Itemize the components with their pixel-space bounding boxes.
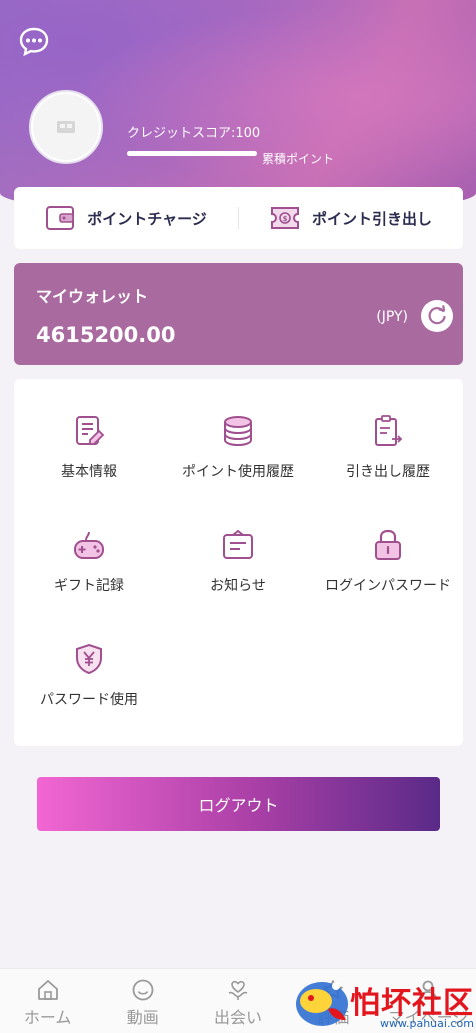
menu-item-login-password[interactable]: ログインパスワード [313, 527, 463, 611]
padlock-icon [370, 527, 406, 563]
tab-label: 出会い [214, 1008, 263, 1027]
tab-label: ホーム [23, 1008, 72, 1027]
wallet-balance: 4615200.00 [36, 323, 176, 347]
menu-item-basic-info[interactable]: 基本情報 [14, 413, 164, 497]
avatar-placeholder-icon [33, 94, 99, 160]
credit-score-progress-bar [127, 151, 257, 156]
tab-home[interactable]: ホーム [0, 969, 95, 1033]
notice-board-icon [220, 527, 256, 563]
accumulated-points-label: 累積ポイント [262, 152, 335, 166]
avatar[interactable] [29, 90, 103, 164]
gamepad-icon [71, 527, 107, 563]
watermark-text: 怕坏社区 [350, 986, 474, 1021]
clipboard-export-icon [370, 413, 406, 449]
wallet-card: マイウォレット 4615200.00 (JPY) [14, 263, 463, 365]
menu-item-label: 引き出し履歴 [346, 464, 430, 480]
watermark-logo-icon [296, 982, 348, 1026]
database-icon [220, 413, 256, 449]
tab-videos[interactable]: 動画 [95, 969, 190, 1033]
menu-item-label: お知らせ [210, 578, 266, 594]
menu-item-label: ポイント使用履歴 [182, 464, 294, 480]
menu-item-label: ギフト記録 [54, 578, 124, 594]
credit-score-progress-fill [127, 151, 257, 156]
point-withdraw-button[interactable]: $ ポイント引き出し [239, 187, 463, 249]
heart-hand-icon [226, 979, 250, 1001]
menu-item-label: パスワード使用 [40, 692, 138, 708]
ticket-coin-icon: $ [270, 205, 300, 231]
menu-item-label: 基本情報 [61, 464, 117, 480]
tab-meet[interactable]: 出会い [190, 969, 285, 1033]
svg-text:$: $ [283, 215, 288, 223]
wallet-icon [45, 205, 75, 231]
point-charge-label: ポイントチャージ [87, 209, 207, 228]
tab-label: 動画 [126, 1008, 159, 1027]
refresh-icon[interactable] [421, 300, 453, 332]
menu-grid-card: 基本情報 ポイント使用履歴 引き出し履歴 ギフト記録 お知らせ ログインパスワー… [14, 379, 463, 746]
home-icon [36, 979, 60, 1001]
menu-item-point-history[interactable]: ポイント使用履歴 [163, 413, 313, 497]
menu-item-gift-records[interactable]: ギフト記録 [14, 527, 164, 611]
document-edit-icon [71, 413, 107, 449]
credit-score-label: クレジットスコア:100 [127, 126, 261, 141]
site-watermark: 怕坏社区 www.pahuai.com [292, 976, 476, 1033]
menu-item-withdraw-history[interactable]: 引き出し履歴 [313, 413, 463, 497]
watermark-url: www.pahuai.com [380, 1017, 474, 1030]
point-charge-button[interactable]: ポイントチャージ [14, 187, 238, 249]
menu-item-label: ログインパスワード [325, 578, 451, 594]
logout-button[interactable]: ログアウト [37, 777, 440, 831]
menu-item-password-use[interactable]: パスワード使用 [14, 641, 164, 725]
wallet-currency: (JPY) [376, 309, 408, 325]
menu-item-notices[interactable]: お知らせ [163, 527, 313, 611]
shield-yen-icon [71, 641, 107, 677]
wallet-title: マイウォレット [36, 287, 149, 306]
points-actions-card: ポイントチャージ $ ポイント引き出し [14, 187, 463, 249]
point-withdraw-label: ポイント引き出し [311, 209, 432, 228]
smile-icon [131, 979, 155, 1001]
chat-icon[interactable] [18, 26, 50, 57]
